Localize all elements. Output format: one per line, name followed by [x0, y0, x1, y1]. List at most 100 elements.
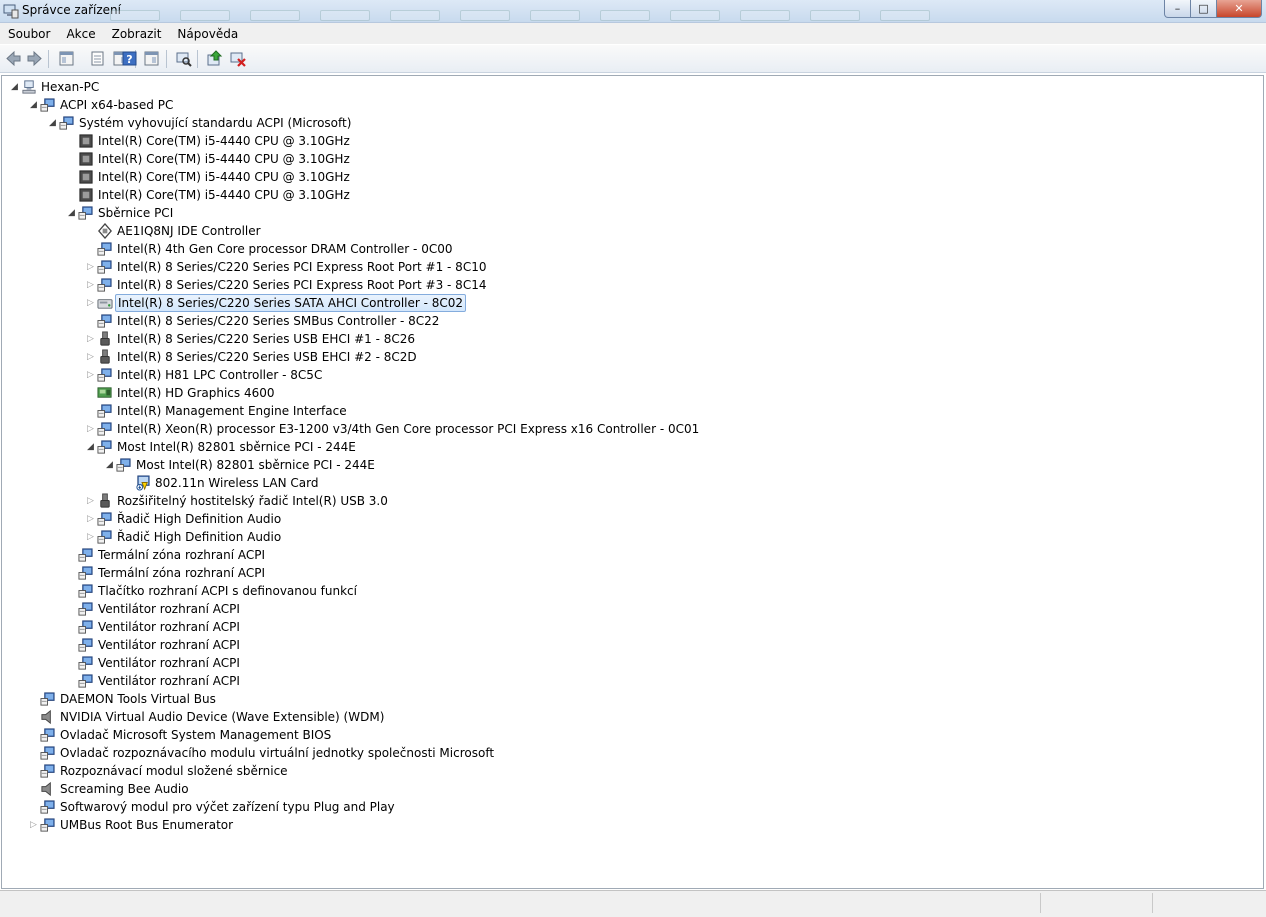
- tree-node[interactable]: ▷ Intel(R) H81 LPC Controller - 8C5C: [2, 366, 1202, 384]
- tree-node-label: Rozpoznávací modul složené sběrnice: [60, 764, 288, 778]
- help-icon[interactable]: ?: [121, 50, 138, 67]
- tree-node[interactable]: 802.11n Wireless LAN Card: [2, 474, 1202, 492]
- tree-node[interactable]: ▷ Intel(R) 8 Series/C220 Series USB EHCI …: [2, 330, 1202, 348]
- maximize-icon: □: [1198, 2, 1209, 15]
- tree-node[interactable]: ▷ Intel(R) 8 Series/C220 Series PCI Expre…: [2, 258, 1202, 276]
- expanded-arrow-icon[interactable]: ◢: [105, 456, 114, 474]
- tree-node[interactable]: ▷ Intel(R) Xeon(R) processor E3-1200 v3/4…: [2, 420, 1202, 438]
- tree-node[interactable]: Termální zóna rozhraní ACPI: [2, 546, 1202, 564]
- back-icon[interactable]: [5, 50, 22, 67]
- system-device-icon: [40, 727, 56, 743]
- properties-pane-icon[interactable]: [58, 50, 75, 67]
- collapsed-arrow-icon[interactable]: ▷: [86, 330, 95, 348]
- menu-akce[interactable]: Akce: [58, 27, 103, 41]
- tree-node[interactable]: ▷ UMBus Root Bus Enumerator: [2, 816, 1202, 834]
- tree-node[interactable]: DAEMON Tools Virtual Bus: [2, 690, 1202, 708]
- tree-node-label: Intel(R) HD Graphics 4600: [117, 386, 275, 400]
- expanded-arrow-icon[interactable]: ◢: [10, 78, 19, 96]
- tree-node[interactable]: ◢ Most Intel(R) 82801 sběrnice PCI - 244E: [2, 456, 1202, 474]
- tree-node[interactable]: Termální zóna rozhraní ACPI: [2, 564, 1202, 582]
- tree-node[interactable]: ◢ Systém vyhovující standardu ACPI (Micro…: [2, 114, 1202, 132]
- expanded-arrow-icon[interactable]: ◢: [67, 204, 76, 222]
- tree-node[interactable]: Intel(R) 8 Series/C220 Series SMBus Cont…: [2, 312, 1202, 330]
- minimize-button[interactable]: –: [1164, 0, 1191, 18]
- device-properties-icon[interactable]: [89, 50, 106, 67]
- tree-node-label: Softwarový modul pro výčet zařízení typu…: [60, 800, 395, 814]
- tree-node[interactable]: Rozpoznávací modul složené sběrnice: [2, 762, 1202, 780]
- tree-node-label: Ventilátor rozhraní ACPI: [98, 602, 240, 616]
- tree-node[interactable]: AE1IQ8NJ IDE Controller: [2, 222, 1202, 240]
- tree-node[interactable]: Softwarový modul pro výčet zařízení typu…: [2, 798, 1202, 816]
- tree-node-label: Most Intel(R) 82801 sběrnice PCI - 244E: [136, 458, 375, 472]
- tree-node[interactable]: Intel(R) Management Engine Interface: [2, 402, 1202, 420]
- tree-node[interactable]: Ventilátor rozhraní ACPI: [2, 600, 1202, 618]
- collapsed-arrow-icon[interactable]: ▷: [86, 528, 95, 546]
- tree-node[interactable]: Screaming Bee Audio: [2, 780, 1202, 798]
- tree-node[interactable]: ◢ Sběrnice PCI: [2, 204, 1202, 222]
- tree-node-label: ACPI x64-based PC: [60, 98, 174, 112]
- system-device-icon: [97, 439, 113, 455]
- menu-zobrazit[interactable]: Zobrazit: [104, 27, 170, 41]
- tree-node-label: UMBus Root Bus Enumerator: [60, 818, 234, 832]
- expanded-arrow-icon[interactable]: ◢: [86, 438, 95, 456]
- tree-node[interactable]: Intel(R) HD Graphics 4600: [2, 384, 1202, 402]
- tree-node[interactable]: Ovladač rozpoznávacího modulu virtuální …: [2, 744, 1202, 762]
- tree-node[interactable]: ▷ Řadič High Definition Audio: [2, 510, 1202, 528]
- collapsed-arrow-icon[interactable]: ▷: [86, 366, 95, 384]
- collapsed-arrow-icon[interactable]: ▷: [86, 258, 95, 276]
- device-tree[interactable]: ◢ Hexan-PC ◢ ACPI x64-based PC ◢ Systém vyhov…: [1, 75, 1264, 889]
- tree-node[interactable]: Intel(R) Core(TM) i5-4440 CPU @ 3.10GHz: [2, 186, 1202, 204]
- storage-controller-icon: [97, 295, 113, 311]
- status-cell: [1040, 893, 1151, 913]
- tree-node-label: Intel(R) 8 Series/C220 Series PCI Expres…: [117, 278, 487, 292]
- tree-node[interactable]: Intel(R) Core(TM) i5-4440 CPU @ 3.10GHz: [2, 150, 1202, 168]
- computer-icon: [21, 79, 37, 95]
- tree-node-label: Systém vyhovující standardu ACPI (Micros…: [79, 116, 352, 130]
- tree-node[interactable]: Tlačítko rozhraní ACPI s definovanou fun…: [2, 582, 1202, 600]
- collapsed-arrow-icon[interactable]: ▷: [86, 276, 95, 294]
- tree-node-label: Intel(R) Xeon(R) processor E3-1200 v3/4t…: [117, 422, 700, 436]
- tree-node[interactable]: Intel(R) Core(TM) i5-4440 CPU @ 3.10GHz: [2, 132, 1202, 150]
- collapsed-arrow-icon[interactable]: ▷: [86, 510, 95, 528]
- menu-soubor[interactable]: Soubor: [0, 27, 58, 41]
- update-driver-icon[interactable]: [206, 50, 223, 67]
- collapsed-arrow-icon[interactable]: ▷: [86, 492, 95, 510]
- tree-node[interactable]: Intel(R) Core(TM) i5-4440 CPU @ 3.10GHz: [2, 168, 1202, 186]
- tree-node[interactable]: Ventilátor rozhraní ACPI: [2, 618, 1202, 636]
- collapsed-arrow-icon[interactable]: ▷: [86, 294, 95, 312]
- tree-node[interactable]: Ventilátor rozhraní ACPI: [2, 672, 1202, 690]
- system-device-icon: [78, 205, 94, 221]
- action-pane-icon[interactable]: [143, 50, 160, 67]
- scan-hardware-icon[interactable]: [175, 50, 192, 67]
- forward-icon[interactable]: [26, 50, 43, 67]
- uninstall-icon[interactable]: [229, 50, 246, 67]
- close-button[interactable]: ✕: [1217, 0, 1262, 18]
- tree-node[interactable]: Ovladač Microsoft System Management BIOS: [2, 726, 1202, 744]
- tree-node-label: Ovladač Microsoft System Management BIOS: [60, 728, 332, 742]
- tree-node[interactable]: Ventilátor rozhraní ACPI: [2, 654, 1202, 672]
- tree-node[interactable]: Ventilátor rozhraní ACPI: [2, 636, 1202, 654]
- tree-node[interactable]: ◢ Hexan-PC: [2, 78, 1202, 96]
- maximize-button[interactable]: □: [1191, 0, 1217, 18]
- system-device-icon: [78, 583, 94, 599]
- system-device-icon: [40, 763, 56, 779]
- collapsed-arrow-icon[interactable]: ▷: [29, 816, 38, 834]
- toolbar: ?: [0, 45, 1266, 73]
- tree-node[interactable]: ◢ ACPI x64-based PC: [2, 96, 1202, 114]
- tree-node[interactable]: ▷ Intel(R) 8 Series/C220 Series USB EHCI …: [2, 348, 1202, 366]
- collapsed-arrow-icon[interactable]: ▷: [86, 348, 95, 366]
- collapsed-arrow-icon[interactable]: ▷: [86, 420, 95, 438]
- expanded-arrow-icon[interactable]: ◢: [48, 114, 57, 132]
- expanded-arrow-icon[interactable]: ◢: [29, 96, 38, 114]
- tree-node[interactable]: ▷ Intel(R) 8 Series/C220 Series PCI Expre…: [2, 276, 1202, 294]
- tree-node[interactable]: ◢ Most Intel(R) 82801 sběrnice PCI - 244E: [2, 438, 1202, 456]
- tree-node[interactable]: ▷ Rozšiřitelný hostitelský řadič Intel(R)…: [2, 492, 1202, 510]
- tree-node-label: Intel(R) 8 Series/C220 Series PCI Expres…: [117, 260, 487, 274]
- system-device-icon: [78, 655, 94, 671]
- tree-node[interactable]: Intel(R) 4th Gen Core processor DRAM Con…: [2, 240, 1202, 258]
- tree-node[interactable]: NVIDIA Virtual Audio Device (Wave Extens…: [2, 708, 1202, 726]
- tree-node[interactable]: ▷ Intel(R) 8 Series/C220 Series SATA AHCI…: [2, 294, 1202, 312]
- tree-node[interactable]: ▷ Řadič High Definition Audio: [2, 528, 1202, 546]
- menu-napoveda[interactable]: Nápověda: [169, 27, 246, 41]
- tree-node-label: Sběrnice PCI: [98, 206, 174, 220]
